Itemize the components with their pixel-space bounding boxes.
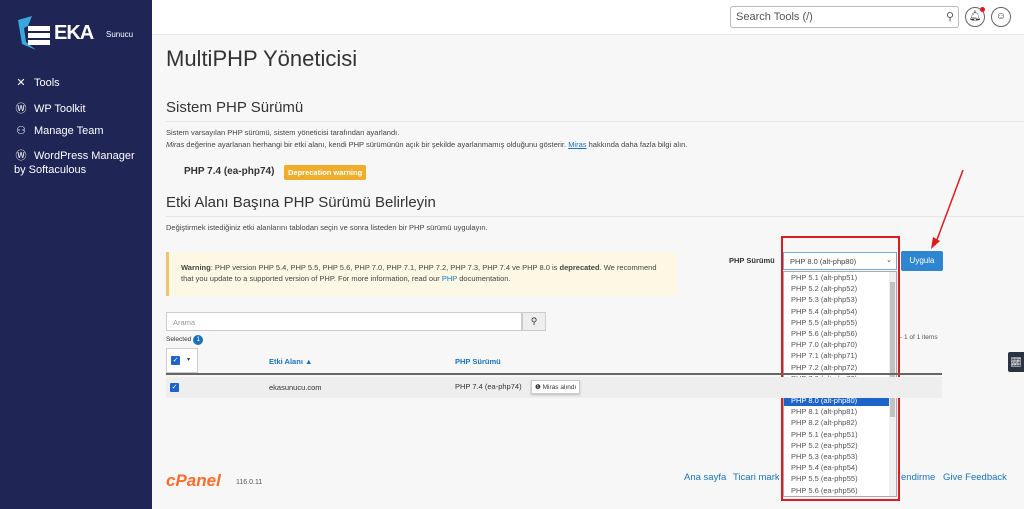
per-domain-desc: Değiştirmek istediğiniz etki alanlarını … [166, 223, 488, 232]
cpanel-version: 116.0.11 [236, 479, 263, 486]
red-arrow-annotation [931, 169, 964, 249]
sidebar-item-wordpress-manager[interactable]: Ⓦ WordPress Manager by Softaculous [14, 149, 139, 177]
sidebar-item-tools[interactable]: ✕ Tools [14, 76, 60, 89]
domain-cell: ekasunucu.com [269, 383, 322, 392]
miras-em: Miras [166, 140, 185, 149]
user-icon[interactable]: ☺ [991, 7, 1011, 27]
version-cell: PHP 7.4 (ea-php74) [455, 382, 522, 391]
info-icon: ❶ [535, 384, 541, 391]
label: Manage Team [34, 125, 104, 137]
warning-label: Warning [181, 263, 211, 272]
text: deprecated [559, 263, 600, 272]
search-icon: ⚲ [530, 316, 538, 326]
wordpress-icon: Ⓦ [15, 103, 27, 115]
desc-line-2: Miras değerine ayarlanan herhangi bir et… [166, 139, 687, 151]
text: documentation. [457, 274, 511, 283]
inherited-tag: ❶ Miras alındı [531, 380, 581, 394]
page-title: MultiPHP Yöneticisi [166, 46, 358, 71]
wordpress-icon: Ⓦ [15, 150, 27, 162]
cpanel-logo: cPanel [166, 471, 221, 490]
notification-dot [980, 7, 985, 12]
divider [166, 121, 1024, 122]
label: Selected [166, 336, 192, 343]
desc-line-1: Sistem varsayılan PHP sürümü, sistem yön… [166, 128, 400, 137]
label: Tools [34, 77, 60, 89]
table-header: ✓ ▾ Etki Alanı ▲ PHP Sürümü [166, 348, 942, 375]
count-badge: 1 [193, 335, 204, 345]
sidebar-item-manage-team[interactable]: ⚇ Manage Team [14, 124, 104, 137]
shield-server-icon [18, 16, 50, 50]
sidebar-item-wp-toolkit[interactable]: Ⓦ WP Toolkit [14, 100, 86, 116]
footer-feedback-link[interactable]: Give Feedback [943, 472, 1007, 483]
search-tools-input[interactable]: Search Tools (/) ⚲ [730, 6, 959, 28]
system-php-version: PHP 7.4 (ea-php74) [184, 166, 275, 177]
label: WP Toolkit [34, 103, 86, 115]
team-icon: ⚇ [16, 125, 26, 137]
brand-sub: Sunucu [106, 30, 134, 39]
footer-home-link[interactable]: Ana sayfa [684, 472, 726, 483]
php-version-label: PHP Sürümü [729, 256, 775, 265]
miras-link[interactable]: Miras [568, 140, 586, 149]
column-domain[interactable]: Etki Alanı ▲ [269, 357, 312, 366]
text: değerine ayarlanan herhangi bir etki ala… [184, 140, 569, 149]
domain-search-input[interactable]: Arama [166, 312, 522, 331]
tag-text: Miras alındı [542, 384, 577, 391]
text: : PHP version PHP 5.4, PHP 5.5, PHP 5.6,… [210, 263, 560, 272]
column-php-version[interactable]: PHP Sürümü [455, 357, 501, 366]
chart-icon[interactable]: 📈︎ [1008, 352, 1024, 372]
php-doc-link[interactable]: PHP [442, 274, 457, 283]
eka-logo[interactable]: EKA Sunucu [14, 16, 139, 52]
search-placeholder: Search Tools (/) [736, 11, 813, 23]
footer-trademark-link[interactable]: Ticari mark [733, 472, 779, 483]
deprecation-badge: Deprecation warning [284, 165, 367, 180]
system-php-heading: Sistem PHP Sürümü [166, 99, 304, 116]
deprecation-warning-alert: Warning: PHP version PHP 5.4, PHP 5.5, P… [166, 252, 677, 296]
system-desc: Sistem varsayılan PHP sürümü, sistem yön… [166, 127, 687, 151]
search-button[interactable]: ⚲ [522, 312, 546, 331]
selected-count: Selected 1 [166, 335, 204, 345]
brand-name: EKA [54, 22, 94, 44]
search-icon: ⚲ [945, 11, 954, 23]
footer-documentation-link[interactable]: endirme [901, 472, 935, 483]
select-all-checkbox[interactable]: ✓ [171, 356, 180, 365]
divider [166, 216, 1024, 217]
row-checkbox[interactable]: ✓ [170, 383, 179, 392]
sidebar: EKA Sunucu ✕ Tools Ⓦ WP Toolkit ⚇ Manage Te… [0, 0, 152, 509]
tools-icon: ✕ [16, 77, 26, 89]
select-all-control[interactable]: ✓ ▾ [166, 348, 198, 373]
pagination-info: - 1 of 1 items [900, 334, 938, 341]
text: hakkında daha fazla bilgi alın. [586, 140, 688, 149]
label: WordPress Manager by Softaculous [14, 150, 135, 176]
per-domain-heading: Etki Alanı Başına PHP Sürümü Belirleyin [166, 194, 436, 211]
caret-down-icon[interactable]: ▾ [187, 356, 190, 363]
